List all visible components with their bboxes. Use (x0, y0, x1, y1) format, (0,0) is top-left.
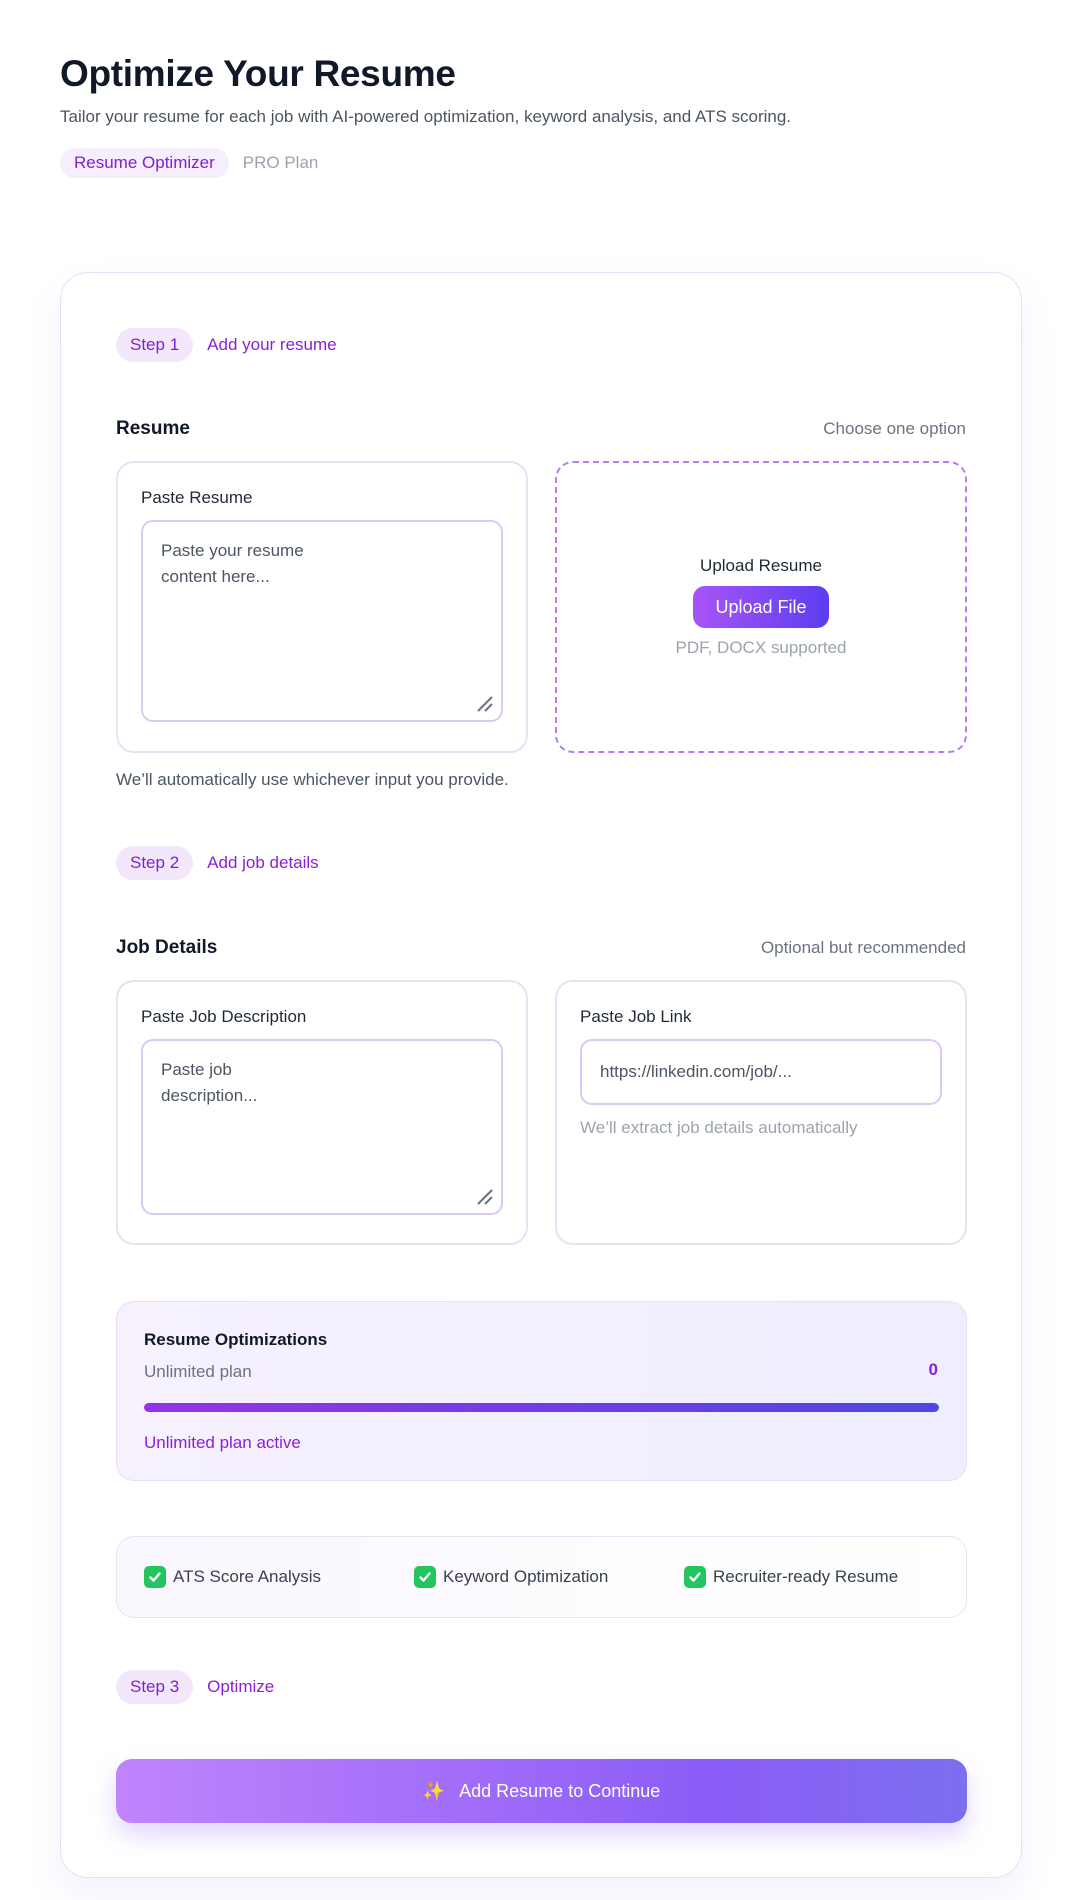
usage-status: Unlimited plan active (144, 1433, 301, 1452)
paste-job-description-panel: Paste Job Description Paste job descript… (116, 980, 528, 1245)
step-3-badge: Step 3 (116, 1670, 194, 1704)
paste-resume-panel: Paste Resume Paste your resume content h… (116, 461, 528, 753)
page-title: Optimize Your Resume (60, 53, 456, 94)
step-2-label: Add job details (207, 853, 319, 872)
feature-label: Keyword Optimization (443, 1567, 609, 1586)
step-1: Step 1 Add your resume (116, 328, 337, 362)
job-link-input[interactable]: https://linkedin.com/job/... (580, 1039, 942, 1105)
step-1-badge: Step 1 (116, 328, 194, 362)
upload-hint: PDF, DOCX supported (675, 638, 847, 657)
upload-file-button[interactable]: Upload File (693, 586, 829, 628)
feature-item: ATS Score Analysis (144, 1566, 414, 1588)
paste-job-link-panel: Paste Job Link https://linkedin.com/job/… (555, 980, 967, 1245)
resume-section-title: Resume (116, 418, 190, 439)
paste-job-description-label: Paste Job Description (141, 1007, 307, 1026)
job-section-title: Job Details (116, 937, 218, 958)
job-description-textarea[interactable]: Paste job description... (141, 1039, 503, 1215)
auto-input-note: We’ll automatically use whichever input … (116, 770, 509, 789)
tag-row: Resume Optimizer PRO Plan (60, 148, 1020, 178)
check-icon (144, 1566, 166, 1588)
usage-progress-bar (144, 1403, 939, 1412)
job-section-note: Optional but recommended (760, 938, 966, 957)
usage-subtitle: Unlimited plan (144, 1362, 252, 1381)
step-2: Step 2 Add job details (116, 846, 319, 880)
step-2-badge: Step 2 (116, 846, 194, 880)
resume-textarea-placeholder: Paste your resume content here... (161, 541, 304, 586)
check-icon (684, 1566, 706, 1588)
feature-list: ATS Score Analysis Keyword Optimization … (116, 1536, 967, 1618)
page-subtitle: Tailor your resume for each job with AI-… (60, 107, 792, 126)
usage-progress-fill (144, 1403, 939, 1412)
job-link-hint: We’ll extract job details automatically (580, 1118, 858, 1137)
resume-section-note: Choose one option (823, 419, 966, 438)
step-3: Step 3 Optimize (116, 1670, 274, 1704)
usage-count: 0 (928, 1360, 938, 1379)
feature-label: Recruiter-ready Resume (713, 1567, 899, 1586)
step-3-label: Optimize (207, 1677, 275, 1696)
cta-label: Add Resume to Continue (459, 1780, 661, 1801)
feature-item: Keyword Optimization (414, 1566, 684, 1588)
page-header: Optimize Your Resume Tailor your resume … (60, 52, 1020, 178)
tag-resume-optimizer[interactable]: Resume Optimizer (60, 148, 229, 178)
feature-label: ATS Score Analysis (173, 1567, 322, 1586)
resize-grip-icon[interactable] (475, 694, 493, 712)
usage-title: Resume Optimizations (144, 1330, 328, 1349)
usage-box: Resume Optimizations Unlimited plan 0 Un… (116, 1301, 967, 1481)
resize-grip-icon[interactable] (475, 1187, 493, 1205)
step-1-label: Add your resume (207, 335, 337, 354)
add-resume-continue-button[interactable]: ✨ Add Resume to Continue (116, 1759, 967, 1823)
resume-textarea[interactable]: Paste your resume content here... (141, 520, 503, 722)
sparkle-icon: ✨ (422, 1780, 446, 1801)
upload-resume-dropzone[interactable]: Upload Resume Upload File PDF, DOCX supp… (555, 461, 967, 753)
tag-plan: PRO Plan (242, 153, 319, 172)
feature-item: Recruiter-ready Resume (684, 1566, 898, 1588)
upload-resume-title: Upload Resume (700, 556, 822, 575)
check-icon (414, 1566, 436, 1588)
job-description-placeholder: Paste job description... (161, 1060, 258, 1105)
optimizer-card: Step 1 Add your resume Resume Choose one… (60, 272, 1022, 1878)
paste-resume-label: Paste Resume (141, 488, 253, 507)
paste-job-link-label: Paste Job Link (580, 1007, 692, 1026)
